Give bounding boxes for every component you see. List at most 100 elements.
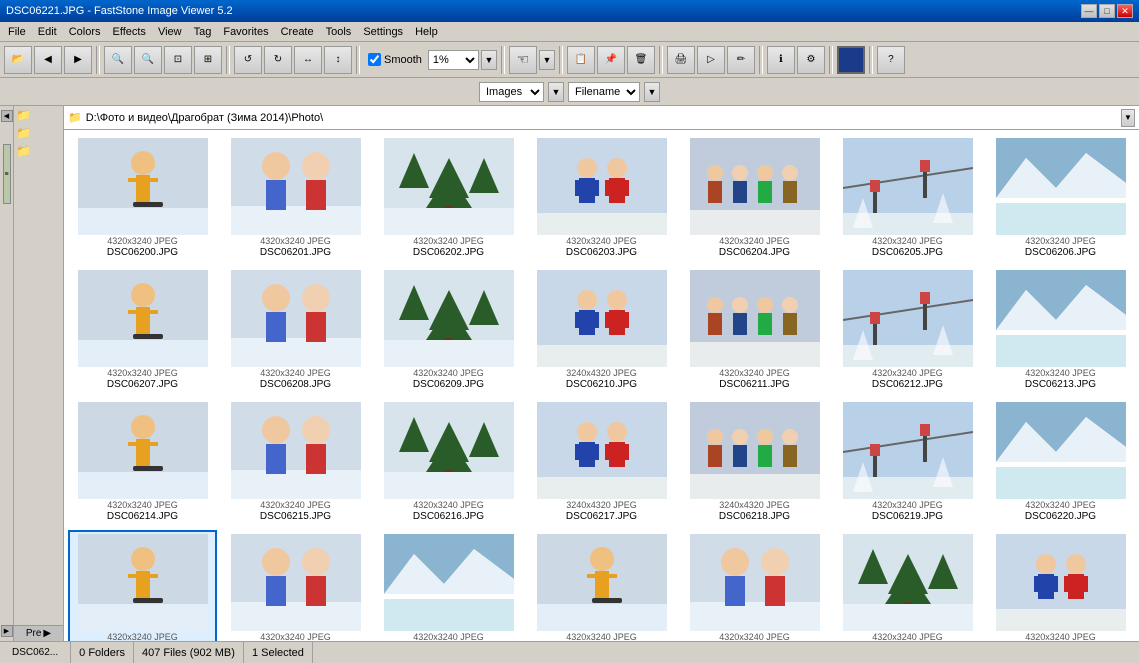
tb-print-button[interactable]: 🖨 xyxy=(667,46,695,74)
tb-slideshow-button[interactable]: ▷ xyxy=(697,46,725,74)
status-files: 407 Files (902 MB) xyxy=(142,647,235,659)
status-files-segment: 407 Files (902 MB) xyxy=(134,642,244,663)
thumbnail-item[interactable]: 4320x3240 JPEGDSC06203.JPG xyxy=(527,134,676,262)
sidebar-expand-btn[interactable]: ▶ xyxy=(1,625,13,637)
tb-paste-button[interactable]: 📌 xyxy=(597,46,625,74)
thumbnail-item[interactable]: 4320x3240 JPEGDSC06209.JPG xyxy=(374,266,523,394)
thumbnail-item[interactable]: 4320x3240 JPEGDSC06215.JPG xyxy=(221,398,370,526)
menu-settings[interactable]: Settings xyxy=(357,24,409,40)
preview-panel-label[interactable]: Pre ▶ xyxy=(14,625,63,641)
maximize-button[interactable]: □ xyxy=(1099,4,1115,18)
color-picker-box[interactable] xyxy=(837,46,865,74)
filter-dropdown-button[interactable]: ▼ xyxy=(548,82,564,102)
thumbnail-item[interactable]: 4320x3240 JPEGDSC06202.JPG xyxy=(374,134,523,262)
folder-item-3[interactable]: 📁 xyxy=(14,142,63,160)
folder-tree[interactable]: 📁 📁 📁 xyxy=(14,106,63,625)
thumb-meta: 4320x3240 JPEG xyxy=(1025,368,1096,378)
thumbnail-item[interactable]: 3240x4320 JPEGDSC06210.JPG xyxy=(527,266,676,394)
tb-help-button[interactable]: ? xyxy=(877,46,905,74)
menu-tools[interactable]: Tools xyxy=(320,24,358,40)
thumbnail-item[interactable]: 3240x4320 JPEGDSC06218.JPG xyxy=(680,398,829,526)
tb-actual-size-button[interactable]: ⊞ xyxy=(194,46,222,74)
left-collapse-sidebar: ◀ ≡ ▶ xyxy=(0,106,14,641)
zoom-dropdown-button[interactable]: ▼ xyxy=(481,50,497,70)
tb-rotate-right-button[interactable]: ↻ xyxy=(264,46,292,74)
status-selected-segment: 1 Selected xyxy=(244,642,313,663)
tb-next-button[interactable]: ▶ xyxy=(64,46,92,74)
folder-item[interactable]: 📁 xyxy=(14,106,63,124)
menu-tag[interactable]: Tag xyxy=(188,24,218,40)
close-button[interactable]: ✕ xyxy=(1117,4,1133,18)
tb-edit-button[interactable]: ✏ xyxy=(727,46,755,74)
thumbnail-item[interactable]: 3240x4320 JPEGDSC06217.JPG xyxy=(527,398,676,526)
thumbnail-item[interactable]: 4320x3240 JPEGDSC06208.JPG xyxy=(221,266,370,394)
thumbnail-item[interactable]: 4320x3240 JPEGDSC06212.JPG xyxy=(833,266,982,394)
sidebar-collapse-btn[interactable]: ◀ xyxy=(1,110,13,122)
sort-select[interactable]: Filename Date Size xyxy=(568,82,640,102)
cursor-dropdown-button[interactable]: ▼ xyxy=(539,50,555,70)
smooth-checkbox[interactable] xyxy=(368,53,381,66)
thumbnail-item[interactable]: 4320x3240 JPEGDSC06207.JPG xyxy=(68,266,217,394)
thumb-name: DSC06205.JPG xyxy=(872,247,943,258)
tb-delete-button[interactable]: 🗑 xyxy=(627,46,655,74)
menu-view[interactable]: View xyxy=(152,24,188,40)
thumb-name: DSC06215.JPG xyxy=(260,511,331,522)
thumbnail-item[interactable]: 4320x3240 JPEGDSC06205.JPG xyxy=(833,134,982,262)
vertical-splitter[interactable]: ≡ xyxy=(3,144,11,204)
zoom-select[interactable]: 1% 5% 10% 25% 50% 100% xyxy=(428,50,479,70)
thumbnail-item[interactable]: 4320x3240 JPEGDSC06227.JPG xyxy=(374,530,523,641)
minimize-button[interactable]: — xyxy=(1081,4,1097,18)
cursor-tool-button[interactable]: ☜ xyxy=(509,46,537,74)
menu-help[interactable]: Help xyxy=(409,24,444,40)
tb-copy-button[interactable]: 📋 xyxy=(567,46,595,74)
sort-dropdown-button[interactable]: ▼ xyxy=(644,82,660,102)
menu-file[interactable]: File xyxy=(2,24,32,40)
menu-effects[interactable]: Effects xyxy=(107,24,152,40)
menu-edit[interactable]: Edit xyxy=(32,24,63,40)
menu-favorites[interactable]: Favorites xyxy=(217,24,274,40)
filter-select[interactable]: Images All Files xyxy=(479,82,544,102)
folder-icon: 📁 xyxy=(16,108,31,122)
panel-arrow-icon: ▶ xyxy=(43,628,51,639)
status-folders: 0 Folders xyxy=(79,647,125,659)
thumb-meta: 4320x3240 JPEG xyxy=(413,368,484,378)
thumbnail-grid[interactable]: 4320x3240 JPEGDSC06200.JPG 4320x3240 JPE… xyxy=(64,130,1139,641)
thumb-name: DSC06207.JPG xyxy=(107,379,178,390)
thumb-meta: 4320x3240 JPEG xyxy=(566,632,637,641)
smooth-label[interactable]: Smooth xyxy=(368,53,422,66)
menu-colors[interactable]: Colors xyxy=(63,24,107,40)
window-title: DSC06221.JPG - FastStone Image Viewer 5.… xyxy=(6,5,233,17)
tb-zoom-out-button[interactable]: 🔍 xyxy=(134,46,162,74)
thumbnail-item[interactable]: 4320x3240 JPEGDSC06211.JPG xyxy=(680,266,829,394)
folder-icon-2: 📁 xyxy=(16,126,31,140)
thumbnail-item[interactable]: 4320x3240 JPEGDSC06201.JPG xyxy=(221,134,370,262)
thumbnail-item[interactable]: 4320x3240 JPEGDSC06220.JPG xyxy=(986,398,1135,526)
thumbnail-item[interactable]: 4320x3240 JPEGDSC06221.JPG xyxy=(68,530,217,641)
folder-item-2[interactable]: 📁 xyxy=(14,124,63,142)
thumbnail-item[interactable]: 4320x3240 JPEGDSC06213.JPG xyxy=(986,266,1135,394)
thumbnail-item[interactable]: 4320x3240 JPEGDSC06200.JPG xyxy=(68,134,217,262)
menu-create[interactable]: Create xyxy=(275,24,320,40)
tb-open-button[interactable]: 📂 xyxy=(4,46,32,74)
tb-prev-button[interactable]: ◀ xyxy=(34,46,62,74)
tb-settings-button[interactable]: ⚙ xyxy=(797,46,825,74)
tb-fit-button[interactable]: ⊡ xyxy=(164,46,192,74)
window-controls[interactable]: — □ ✕ xyxy=(1081,4,1133,18)
thumbnail-item[interactable]: 4320x3240 JPEGDSC06229.JPG xyxy=(680,530,829,641)
thumbnail-item[interactable]: 4320x3240 JPEGDSC06231.JPG xyxy=(986,530,1135,641)
tb-rotate-left-button[interactable]: ↺ xyxy=(234,46,262,74)
thumbnail-item[interactable]: 4320x3240 JPEGDSC06230.JPG xyxy=(833,530,982,641)
thumbnail-item[interactable]: 4320x3240 JPEGDSC06219.JPG xyxy=(833,398,982,526)
tb-flip-h-button[interactable]: ↔ xyxy=(294,46,322,74)
thumbnail-item[interactable]: 4320x3240 JPEGDSC06228.JPG xyxy=(527,530,676,641)
tb-zoom-in-button[interactable]: 🔍 xyxy=(104,46,132,74)
thumbnail-item[interactable]: 4320x3240 JPEGDSC06206.JPG xyxy=(986,134,1135,262)
thumb-name: DSC06213.JPG xyxy=(1025,379,1096,390)
thumbnail-item[interactable]: 4320x3240 JPEGDSC06204.JPG xyxy=(680,134,829,262)
thumbnail-item[interactable]: 4320x3240 JPEGDSC06222.JPG xyxy=(221,530,370,641)
thumbnail-item[interactable]: 4320x3240 JPEGDSC06214.JPG xyxy=(68,398,217,526)
thumbnail-item[interactable]: 4320x3240 JPEGDSC06216.JPG xyxy=(374,398,523,526)
tb-info-button[interactable]: ℹ xyxy=(767,46,795,74)
tb-flip-v-button[interactable]: ↕ xyxy=(324,46,352,74)
path-dropdown-button[interactable]: ▼ xyxy=(1121,109,1135,127)
